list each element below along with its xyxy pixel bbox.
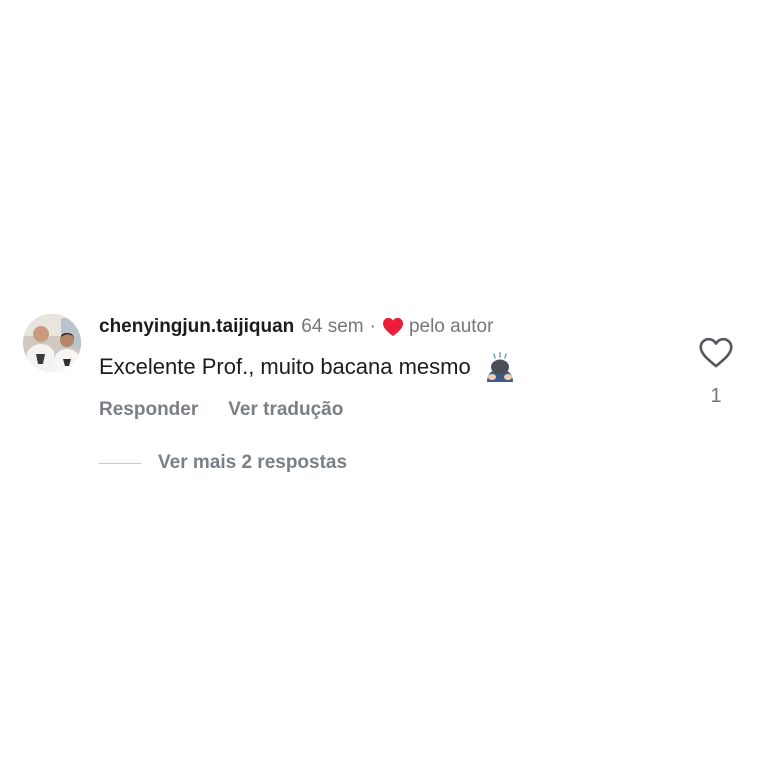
see-translation-button[interactable]: Ver tradução [228,399,343,420]
like-button[interactable] [698,336,734,370]
comment-text: Excelente Prof., muito bacana mesmo [99,354,471,379]
liked-by-author-label: pelo autor [408,316,494,337]
heart-filled-icon [382,317,404,337]
view-replies[interactable]: Ver mais 2 respostas [99,450,347,476]
avatar[interactable] [23,314,81,372]
comment-actions: Responder Ver tradução [99,398,679,422]
username[interactable]: chenyingjun.taijiquan [99,314,294,340]
replies-divider [99,462,141,464]
person-bowing-emoji [483,350,517,384]
heart-outline-icon [699,337,733,368]
timestamp: 64 sem [301,316,364,337]
avatar-image [23,314,81,372]
reply-button[interactable]: Responder [99,399,198,420]
comment: chenyingjun.taijiquan 64 sem · pelo auto… [99,314,679,422]
meta-separator: · [369,316,376,337]
comment-meta: chenyingjun.taijiquan 64 sem · pelo auto… [99,314,679,340]
comment-body: Excelente Prof., muito bacana mesmo [99,350,679,384]
view-more-replies-button[interactable]: Ver mais 2 respostas [158,450,347,476]
comment-screen: chenyingjun.taijiquan 64 sem · pelo auto… [0,0,768,768]
like-count: 1 [710,385,722,407]
